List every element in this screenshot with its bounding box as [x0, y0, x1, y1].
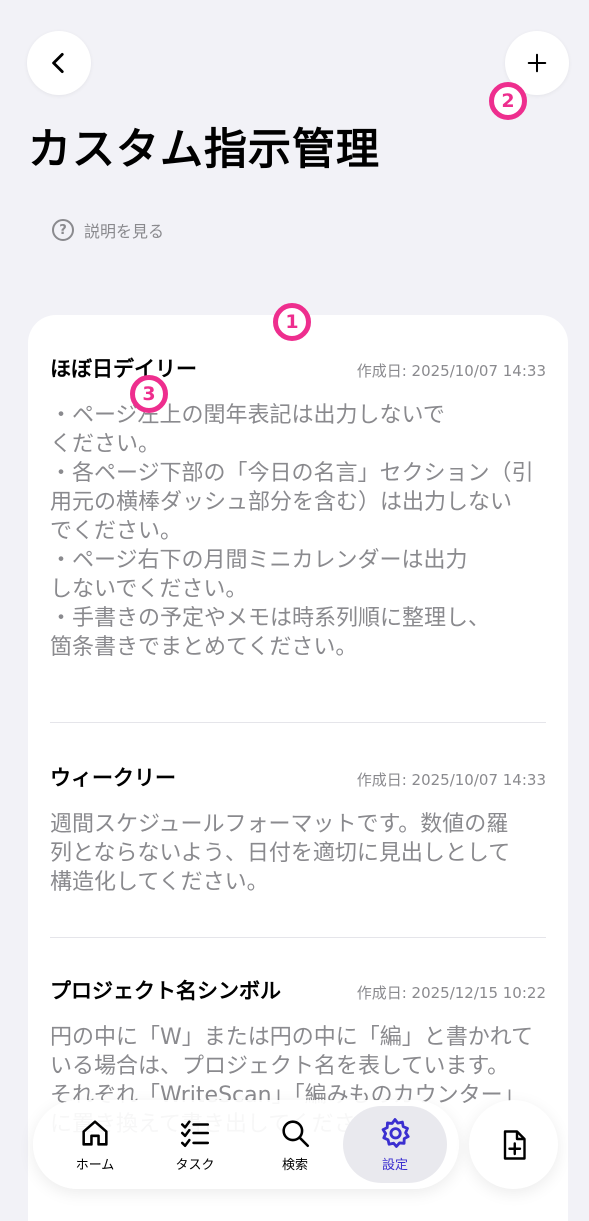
document-add-icon [503, 1129, 526, 1160]
tab-search-label: 検索 [281, 1158, 308, 1173]
back-button[interactable] [27, 31, 91, 95]
instruction-item[interactable]: ウィークリー 作成日: 2025/10/07 14:33 週間スケジュールフォー… [50, 762, 546, 897]
instruction-list-card: ほぼ日デイリー 作成日: 2025/10/07 14:33 ・ページ左上の閏年表… [28, 315, 568, 1221]
annotation-badge-1: 1 [273, 303, 311, 341]
annotation-badge-2: 2 [489, 82, 527, 120]
instruction-date: 作成日: 2025/10/07 14:33 [356, 362, 546, 380]
instruction-body: ・ページ左上の閏年表記は出力しないで ください。 ・各ページ下部の「今日の名言」… [50, 403, 534, 660]
instruction-date: 作成日: 2025/12/15 10:22 [356, 984, 546, 1002]
annotation-badge-3: 3 [130, 375, 168, 413]
tab-task-label: タスク [175, 1158, 215, 1173]
tab-settings-label: 設定 [381, 1158, 408, 1173]
question-circle-icon: ? [52, 219, 74, 241]
help-link[interactable]: ? 説明を見る [52, 218, 164, 242]
plus-icon [527, 53, 547, 73]
tab-settings[interactable]: 設定 [343, 1106, 447, 1183]
gear-icon [381, 1118, 410, 1148]
instruction-date: 作成日: 2025/10/07 14:33 [356, 771, 546, 789]
divider [50, 937, 546, 938]
instruction-item[interactable]: ほぼ日デイリー 作成日: 2025/10/07 14:33 ・ページ左上の閏年表… [50, 353, 546, 662]
chevron-left-icon [52, 52, 64, 74]
new-document-button[interactable] [469, 1100, 558, 1189]
tab-bar: ホーム タスク 検索 設定 [33, 1100, 459, 1189]
help-link-label: 説明を見る [84, 222, 165, 241]
page-title: カスタム指示管理 [28, 125, 380, 175]
search-icon [282, 1120, 310, 1148]
tab-search[interactable]: 検索 [245, 1106, 345, 1183]
instruction-title: プロジェクト名シンボル [50, 979, 281, 1003]
home-icon [82, 1120, 108, 1146]
tab-home[interactable]: ホーム [45, 1106, 145, 1183]
instruction-title: ウィークリー [50, 766, 176, 790]
tab-task[interactable]: タスク [145, 1106, 245, 1183]
instruction-body: 週間スケジュールフォーマットです。数値の羅 列とならないよう、日付を適切に見出し… [50, 812, 511, 895]
tab-home-label: ホーム [75, 1158, 115, 1173]
checklist-icon [180, 1120, 210, 1148]
instruction-title: ほぼ日デイリー [50, 357, 197, 381]
divider [50, 722, 546, 723]
